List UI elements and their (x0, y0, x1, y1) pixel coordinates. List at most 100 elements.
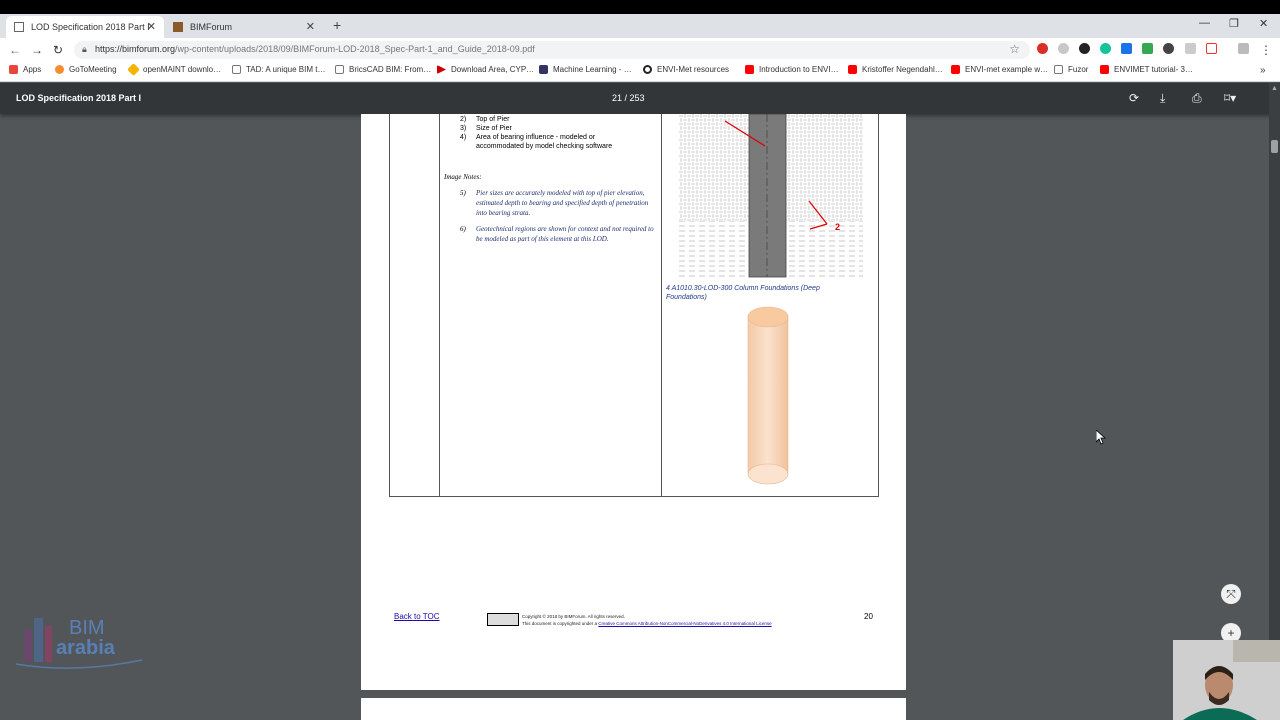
adblock-extension-icon[interactable] (1037, 43, 1048, 54)
bim-arabia-logo: BIM arabia (15, 617, 143, 669)
presenter-avatar (1173, 640, 1280, 720)
url-text[interactable]: https://bimforum.org/wp-content/uploads/… (95, 44, 535, 54)
page-icon (232, 65, 241, 74)
back-to-toc-link[interactable]: Back to TOC (394, 612, 440, 621)
image-note: 6) Geotechnical regions are shown for con… (460, 225, 654, 243)
tab-label: LOD Specification 2018 Part I (31, 22, 150, 32)
list-item: 2) Top of Pier (460, 116, 510, 123)
pdf-page: 2) Top of Pier 3) Size of Pier 4) Area of b… (361, 114, 906, 690)
openmaint-icon (127, 63, 140, 76)
grammarly-extension-icon[interactable] (1100, 43, 1111, 54)
youtube-icon (951, 65, 960, 74)
tab-lod-specification[interactable]: LOD Specification 2018 Part I ✕ (6, 16, 164, 38)
bookmark-tad[interactable]: TAD: A unique BIM t… (232, 65, 325, 74)
bookmark-openmaint[interactable]: openMAINT downlo… (127, 63, 221, 76)
rotate-icon[interactable]: ⟳ (1129, 91, 1139, 105)
extension-icon[interactable] (1238, 43, 1249, 54)
close-tab-icon[interactable]: ✕ (306, 21, 315, 33)
bookmark-envimet-resources[interactable]: ENVI-Met resources (643, 65, 729, 74)
audio-extension-icon[interactable] (1163, 43, 1174, 54)
print-icon[interactable]: ⎙ (1192, 91, 1202, 106)
browser-tab-bar: LOD Specification 2018 Part I ✕ BIMForum… (0, 14, 1280, 38)
pier-section-drawing: 2 (679, 114, 863, 279)
extension-icon[interactable] (1121, 43, 1132, 54)
pdf-toolbar: LOD Specification 2018 Part I 21 / 253 ⟳… (0, 83, 1280, 114)
extension-icon[interactable] (1058, 43, 1069, 54)
back-arrow-icon[interactable]: ← (9, 43, 21, 57)
new-tab-icon[interactable]: + (333, 17, 341, 33)
page-icon (335, 65, 344, 74)
bookmark-machine-learning[interactable]: Machine Learning - … (539, 65, 632, 74)
more-bookmarks-icon[interactable]: » (1260, 65, 1266, 76)
extension-icon[interactable] (1206, 43, 1217, 54)
fit-page-icon[interactable]: ⤧ (1221, 584, 1241, 604)
lock-icon: 🔒︎ (82, 44, 87, 54)
bookmark-cype[interactable]: Download Area, CYP… (437, 65, 534, 74)
page-icon (14, 22, 24, 32)
forward-arrow-icon[interactable]: → (31, 43, 43, 57)
download-icon[interactable]: ⤓ (1160, 91, 1165, 106)
menu-kebab-icon[interactable]: ⋮ (1260, 43, 1272, 57)
bookmark-menu-icon[interactable]: ⌑▾ (1224, 91, 1236, 105)
close-tab-icon[interactable]: ✕ (147, 21, 156, 33)
youtube-icon (1100, 65, 1109, 74)
pier-section (748, 114, 787, 278)
pier-3d-model (747, 306, 789, 485)
bookmark-envimet-tutorial[interactable]: ENVIMET tutorial- 3… (1100, 65, 1193, 74)
window-close-icon[interactable]: ✕ (1259, 17, 1268, 30)
table-divider (439, 114, 440, 497)
restore-icon[interactable]: ❐ (1229, 17, 1239, 30)
bookmark-kristoffer[interactable]: Kristoffer Negendahl… (848, 65, 943, 74)
image-notes-heading: Image Notes: (444, 173, 482, 181)
next-pdf-page (361, 698, 906, 720)
list-item: 3) Size of Pier (460, 125, 512, 132)
callout-number: 2 (835, 222, 840, 232)
checkmark-extension-icon[interactable] (1142, 43, 1153, 54)
figure-caption: 4 A1010.30-LOD-300 Column Foundations (D… (666, 285, 820, 301)
pdf-title: LOD Specification 2018 Part I (16, 93, 142, 103)
tab-bimforum[interactable]: BIMForum ✕ (165, 16, 323, 38)
address-bar[interactable]: 🔒︎ https://bimforum.org/wp-content/uploa… (74, 41, 1030, 59)
license-link[interactable]: Creative Commons Attribution-NonCommerci… (598, 621, 771, 626)
cype-icon (437, 65, 446, 74)
extension-icon[interactable] (1079, 43, 1090, 54)
watermark-text-bottom: arabia (56, 637, 116, 659)
scrollbar-track[interactable] (1269, 83, 1280, 720)
apps-grid-icon (9, 65, 18, 74)
ml-icon (539, 65, 548, 74)
scroll-up-icon[interactable]: ▲ (1271, 85, 1278, 92)
bookmark-gotomeeting[interactable]: GoToMeeting (55, 65, 117, 74)
watermark-text-top: BIM (69, 617, 105, 639)
youtube-icon (745, 65, 754, 74)
license-line: This document is copyrighted under a Cre… (522, 621, 772, 626)
tab-label: BIMForum (190, 22, 233, 32)
scrollbar-thumb[interactable] (1271, 140, 1278, 153)
address-row: ← → ↻ 🔒︎ https://bimforum.org/wp-content… (0, 38, 1280, 62)
bimforum-favicon-icon (173, 22, 183, 32)
youtube-icon (848, 65, 857, 74)
mouse-pointer-icon (1096, 430, 1106, 445)
gotomeeting-icon (55, 65, 64, 74)
reload-icon[interactable]: ↻ (53, 43, 63, 57)
creative-commons-badge-icon (487, 613, 519, 626)
page-footer-number: 20 (864, 612, 873, 621)
page-icon (1054, 65, 1063, 74)
envimet-icon (643, 65, 652, 74)
top-black-strip (0, 0, 1280, 14)
copyright-line: Copyright © 2018 by BIMForum. All rights… (522, 614, 625, 619)
webcam-overlay (1173, 640, 1280, 720)
extension-icon[interactable] (1185, 43, 1196, 54)
bookmark-fuzor[interactable]: Fuzor (1054, 65, 1088, 74)
minimize-icon[interactable]: — (1199, 17, 1210, 29)
table-divider (661, 114, 662, 497)
bookmark-star-icon[interactable]: ☆ (1009, 42, 1020, 56)
screen: LOD Specification 2018 Part I ✕ BIMForum… (0, 0, 1280, 720)
list-item: accommodated by model checking software (476, 143, 613, 150)
bookmark-bricscad[interactable]: BricsCAD BIM: From… (335, 65, 431, 74)
bookmark-envimet-example[interactable]: ENVI-met example w… (951, 65, 1048, 74)
list-item: 4) Area of bearing influence - modeled or (460, 134, 596, 141)
page-indicator[interactable]: 21 / 253 (612, 93, 645, 103)
bookmark-intro-envi[interactable]: Introduction to ENVI… (745, 65, 839, 74)
bookmarks-bar: Apps GoToMeeting openMAINT downlo… TAD: … (0, 62, 1280, 82)
bookmark-apps[interactable]: Apps (9, 65, 41, 74)
